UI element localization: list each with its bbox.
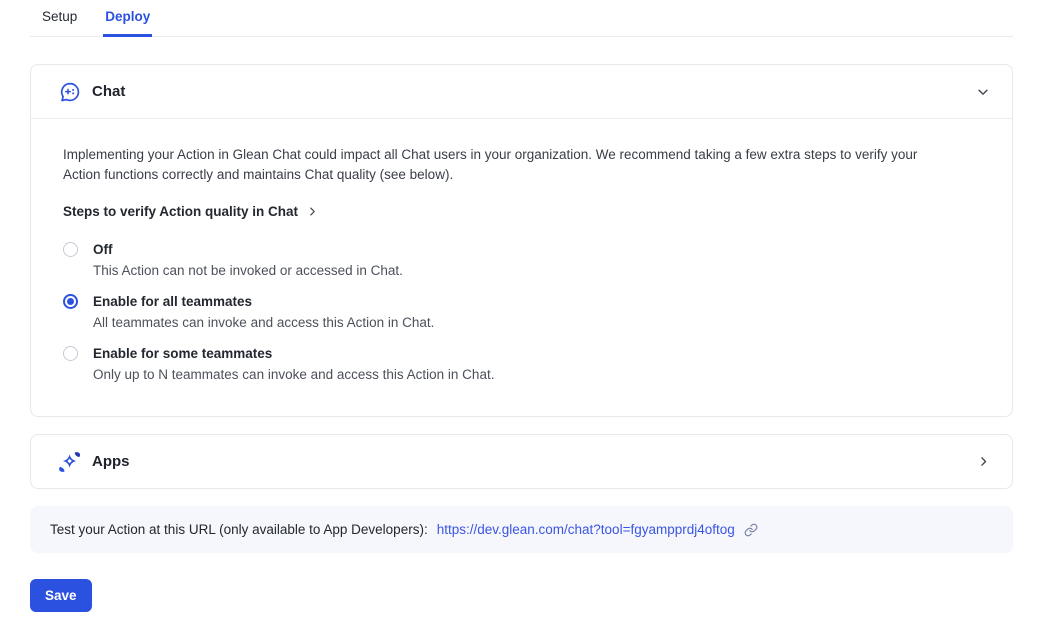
option-enable-some-description: Only up to N teammates can invoke and ac… bbox=[93, 365, 494, 384]
steps-to-verify-label: Steps to verify Action quality in Chat bbox=[63, 204, 298, 219]
option-enable-some-label: Enable for some teammates bbox=[93, 344, 494, 363]
option-enable-all-description: All teammates can invoke and access this… bbox=[93, 313, 434, 332]
option-enable-all-label: Enable for all teammates bbox=[93, 292, 434, 311]
chat-card-title: Chat bbox=[92, 83, 125, 100]
radio-off[interactable] bbox=[63, 242, 78, 257]
chevron-down-icon[interactable] bbox=[976, 85, 990, 99]
radio-enable-some-teammates[interactable] bbox=[63, 346, 78, 361]
option-enable-all-teammates[interactable]: Enable for all teammates All teammates c… bbox=[63, 292, 980, 332]
tab-bar: Setup Deploy bbox=[30, 0, 1013, 37]
test-url-label: Test your Action at this URL (only avail… bbox=[50, 522, 428, 537]
option-off-label: Off bbox=[93, 240, 403, 259]
chevron-right-icon[interactable] bbox=[977, 455, 990, 468]
radio-enable-all-teammates[interactable] bbox=[63, 294, 78, 309]
test-url-banner: Test your Action at this URL (only avail… bbox=[30, 506, 1013, 553]
chevron-right-icon bbox=[307, 206, 318, 217]
apps-sparkle-icon bbox=[58, 450, 82, 474]
deploy-settings-page: Setup Deploy Chat bbox=[0, 0, 1043, 637]
chat-sparkle-icon bbox=[58, 80, 82, 104]
option-off[interactable]: Off This Action can not be invoked or ac… bbox=[63, 240, 980, 280]
link-icon[interactable] bbox=[744, 523, 758, 537]
chat-card-description: Implementing your Action in Glean Chat c… bbox=[63, 145, 948, 185]
main-content: Chat Implementing your Action in Glean C… bbox=[30, 64, 1013, 612]
chat-visibility-options: Off This Action can not be invoked or ac… bbox=[63, 240, 980, 384]
apps-card-title: Apps bbox=[92, 453, 130, 470]
apps-card-header[interactable]: Apps bbox=[31, 435, 1012, 488]
test-url-link[interactable]: https://dev.glean.com/chat?tool=fgyamppr… bbox=[437, 522, 735, 537]
chat-card-header[interactable]: Chat bbox=[31, 65, 1012, 119]
apps-card: Apps bbox=[30, 434, 1013, 489]
chat-card-body: Implementing your Action in Glean Chat c… bbox=[31, 119, 1012, 416]
save-button[interactable]: Save bbox=[30, 579, 92, 612]
chat-card: Chat Implementing your Action in Glean C… bbox=[30, 64, 1013, 417]
option-off-description: This Action can not be invoked or access… bbox=[93, 261, 403, 280]
tab-deploy[interactable]: Deploy bbox=[103, 7, 152, 37]
steps-to-verify-link[interactable]: Steps to verify Action quality in Chat bbox=[63, 204, 318, 219]
option-enable-some-teammates[interactable]: Enable for some teammates Only up to N t… bbox=[63, 344, 980, 384]
tab-setup[interactable]: Setup bbox=[40, 7, 79, 37]
